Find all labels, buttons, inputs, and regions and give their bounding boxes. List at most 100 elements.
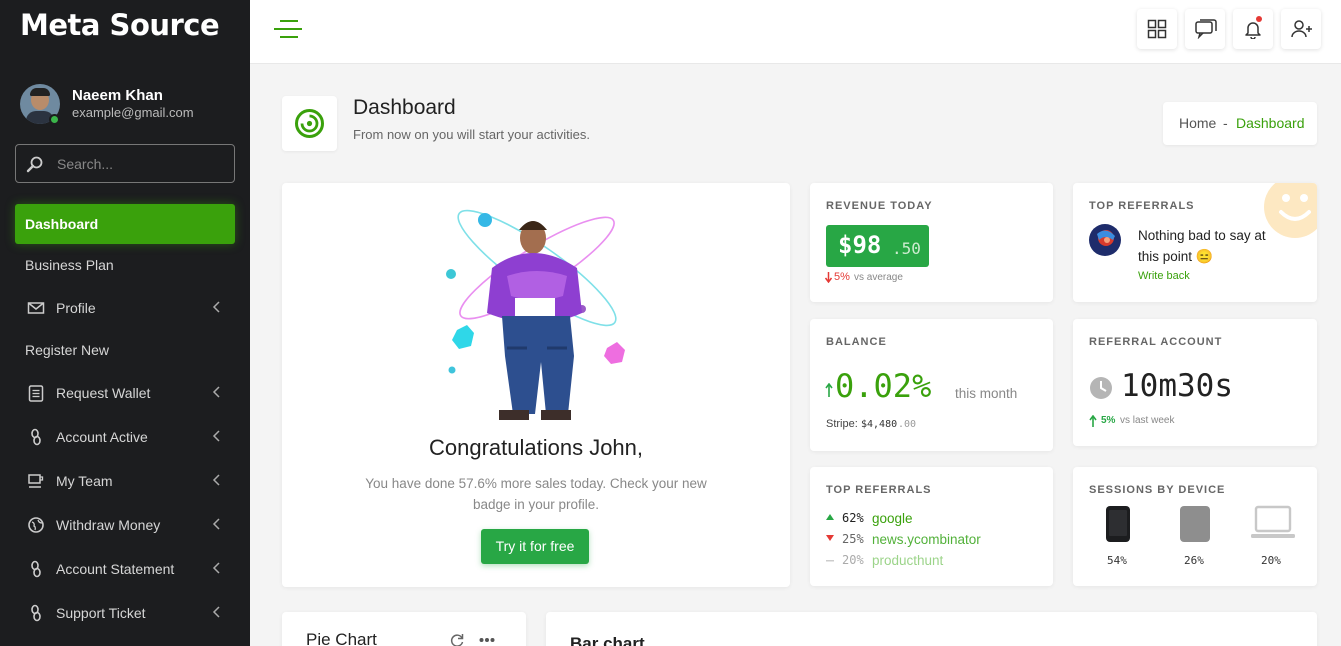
apps-button[interactable]: [1137, 9, 1177, 49]
refresh-icon[interactable]: [449, 632, 465, 646]
notifications-button[interactable]: [1233, 9, 1273, 49]
pie-chart-title: Pie Chart: [306, 630, 377, 646]
sidebar-item-profile[interactable]: Profile: [15, 288, 235, 328]
sidebar: Meta Source Naeem Khan example@gmail.com…: [0, 0, 250, 646]
sidebar-item-my-team[interactable]: My Team: [15, 461, 235, 501]
arrow-up-icon: [825, 383, 833, 397]
chevron-left-icon: [212, 386, 220, 398]
messages-button[interactable]: [1185, 9, 1225, 49]
sidebar-item-support-ticket[interactable]: Support Ticket: [15, 593, 235, 633]
sidebar-item-label: Dashboard: [25, 216, 99, 232]
page-subtitle: From now on you will start your activiti…: [353, 127, 590, 142]
try-it-free-button[interactable]: Try it for free: [481, 529, 589, 564]
referral-account-change-text: vs last week: [1120, 415, 1175, 426]
card-label: REVENUE TODAY: [826, 200, 933, 212]
revenue-change: 5%: [834, 271, 850, 283]
revenue-today-card: REVENUE TODAY $98 .50 5% vs average: [810, 183, 1053, 302]
bar-chart-title: Bar chart: [570, 634, 645, 646]
balance-period: this month: [955, 386, 1018, 401]
user-profile[interactable]: Naeem Khan example@gmail.com: [20, 84, 240, 126]
referral-row[interactable]: 25% news.ycombinator: [826, 532, 1036, 548]
hero-illustration: [446, 209, 625, 420]
clock-icon: [1090, 377, 1112, 399]
referral-account-value: 10m30s: [1121, 368, 1233, 404]
sidebar-item-label: Register New: [25, 342, 110, 358]
bar-chart-card: Bar chart: [546, 612, 1317, 646]
stripe-amount: $4,480: [861, 419, 898, 430]
referrer-avatar: [1089, 224, 1121, 256]
breadcrumb-separator: -: [1223, 115, 1228, 131]
stripe-cents: .00: [898, 419, 917, 430]
breadcrumb-home-link[interactable]: Home: [1179, 115, 1216, 131]
card-label: BALANCE: [826, 336, 887, 348]
phone-icon: [1106, 506, 1130, 542]
add-user-icon: [1291, 20, 1312, 38]
search-input[interactable]: Search...: [57, 156, 113, 172]
notification-badge: [1256, 16, 1262, 22]
referral-percent: 62%: [842, 511, 864, 525]
dash-icon: [826, 560, 834, 562]
revenue-amount: $98: [838, 231, 882, 259]
chevron-left-icon: [212, 301, 220, 313]
sidebar-item-business-plan[interactable]: Business Plan: [15, 245, 235, 285]
card-label: TOP REFERRALS: [826, 484, 932, 496]
sidebar-item-request-wallet[interactable]: Request Wallet: [15, 373, 235, 413]
card-label: TOP REFERRALS: [1089, 200, 1195, 212]
page-icon: [282, 96, 337, 151]
referral-account-change: 5%: [1101, 415, 1116, 426]
sidebar-item-label: Withdraw Money: [56, 517, 161, 533]
referral-row[interactable]: 62% google: [826, 511, 1036, 527]
arrow-up-icon: [1089, 415, 1097, 427]
brand-logo[interactable]: Meta Source: [20, 8, 220, 42]
sidebar-item-label: My Team: [56, 473, 113, 489]
congrats-title: Congratulations John,: [428, 435, 644, 460]
chevron-left-icon: [212, 606, 220, 618]
sidebar-item-dashboard[interactable]: Dashboard: [15, 204, 235, 244]
sidebar-item-account-active[interactable]: Account Active: [15, 417, 235, 457]
chevron-left-icon: [212, 474, 220, 486]
search-icon: [26, 156, 43, 173]
referral-percent: 20%: [842, 553, 864, 567]
cup-icon: [28, 474, 44, 488]
link-icon: [31, 560, 41, 578]
top-referrals-list-card: TOP REFERRALS 62% google 25% news.ycombi…: [810, 467, 1053, 586]
tablet-icon: [1180, 506, 1210, 542]
arrow-down-icon: [825, 272, 832, 283]
page-title: Dashboard: [353, 96, 456, 119]
grid-icon: [1147, 19, 1167, 39]
sidebar-search[interactable]: Search...: [15, 144, 235, 183]
sidebar-item-label: Support Ticket: [56, 605, 146, 621]
sidebar-item-account-statement[interactable]: Account Statement: [15, 549, 235, 589]
spiral-icon: [295, 109, 324, 138]
chat-icon: [1195, 19, 1217, 39]
add-user-button[interactable]: [1281, 9, 1321, 49]
referral-account-card: REFERRAL ACCOUNT 10m30s 5% vs last week: [1073, 319, 1317, 446]
sidebar-item-register-new[interactable]: Register New: [15, 330, 235, 370]
online-status-icon: [49, 114, 60, 125]
revenue-badge: $98 .50: [826, 225, 929, 267]
top-referrals-message-card: TOP REFERRALS Nothing bad to say at this…: [1073, 183, 1317, 302]
breadcrumb: Home - Dashboard: [1163, 102, 1317, 145]
clipboard-icon: [28, 385, 44, 402]
pie-chart-card: Pie Chart: [282, 612, 526, 646]
congrats-message: You have done 57.6% more sales today. Ch…: [365, 476, 707, 512]
hamburger-menu-icon[interactable]: [274, 20, 302, 40]
referral-row[interactable]: 20% producthunt: [826, 553, 1036, 569]
more-options-icon[interactable]: [479, 637, 495, 643]
revenue-change-text: vs average: [854, 272, 903, 283]
sidebar-item-label: Account Statement: [56, 561, 175, 577]
sidebar-item-withdraw-money[interactable]: Withdraw Money: [15, 505, 235, 545]
link-icon: [31, 428, 41, 446]
top-bar: [250, 0, 1341, 64]
triangle-down-icon: [826, 535, 834, 541]
sidebar-item-label: Request Wallet: [56, 385, 151, 401]
write-back-link[interactable]: Write back: [1138, 270, 1190, 282]
sidebar-item-label: Business Plan: [25, 257, 114, 273]
user-name: Naeem Khan: [72, 87, 163, 104]
breadcrumb-current: Dashboard: [1236, 115, 1305, 131]
globe-icon: [28, 517, 44, 533]
expressionless-emoji-icon: 😑: [1195, 248, 1214, 264]
triangle-up-icon: [826, 514, 834, 520]
device-percent: 20%: [1261, 554, 1281, 567]
revenue-cents: .50: [892, 239, 921, 258]
